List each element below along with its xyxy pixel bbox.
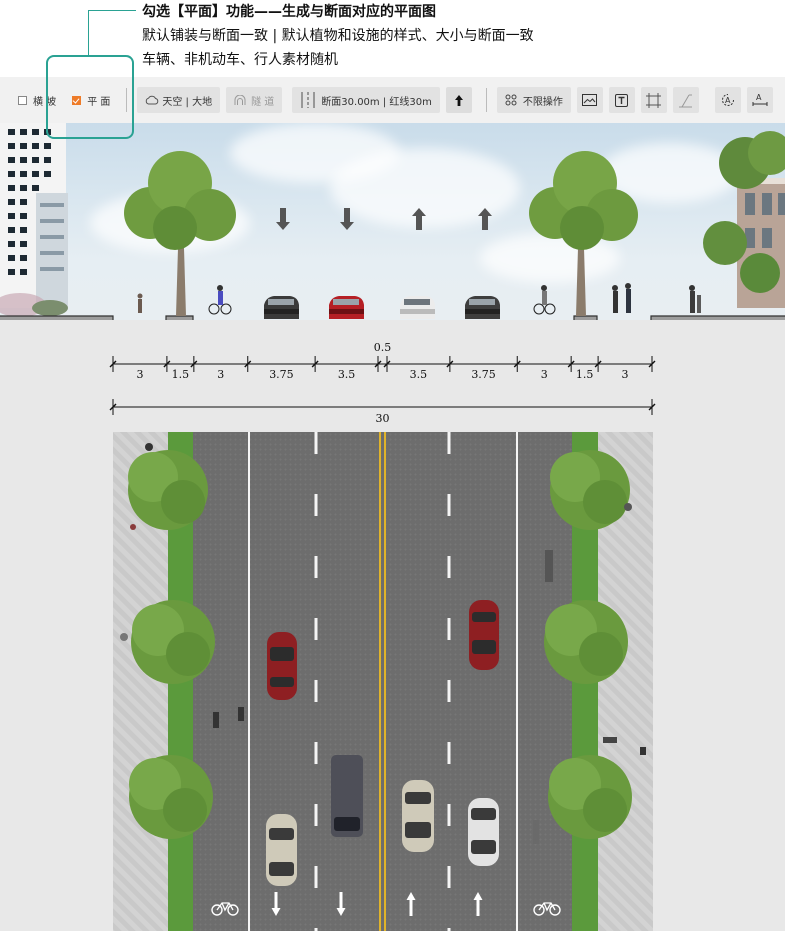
plan-trees-left — [128, 450, 215, 839]
dimension-segment-label: 0.5 — [373, 341, 392, 354]
section-info-label: 断面30.00m | 红线30m — [321, 96, 432, 108]
annotation-title: 勾选【平面】功能——生成与断面对应的平面图 — [142, 4, 436, 20]
section-drawing — [0, 123, 785, 320]
dimension-segment-label: 3 — [621, 368, 629, 381]
lanes-icon — [301, 92, 315, 108]
dimension-segment-label: 3.5 — [409, 368, 428, 381]
unlimited-button[interactable]: 不限操作 — [496, 87, 571, 113]
image-button[interactable] — [576, 87, 603, 113]
dimension-total-label: 30 — [375, 412, 390, 425]
plan-view — [113, 432, 653, 931]
section-info-button[interactable]: 断面30.00m | 红线30m — [292, 87, 440, 113]
plan-checkbox-highlight — [46, 55, 134, 139]
rotate-text-button[interactable]: A — [714, 87, 741, 113]
arrow-down-icon — [336, 892, 346, 920]
checkbox-cross-slope-box[interactable] — [18, 95, 27, 105]
section-direction-arrows — [276, 208, 492, 230]
dimension-segment-label: 3.75 — [471, 368, 496, 381]
tunnel-button[interactable]: 隧 道 — [226, 87, 283, 113]
tunnel-label: 隧 道 — [251, 96, 275, 108]
plan-cars — [266, 600, 499, 886]
dimension-segment-label: 3 — [540, 368, 548, 381]
annotation-line-2: 默认铺装与断面一致 | 默认植物和设施的样式、大小与断面一致 — [142, 28, 534, 44]
section-elevation — [0, 123, 785, 320]
dimension-segment-label: 3.75 — [269, 368, 294, 381]
left-building — [0, 123, 68, 317]
annotation-block: 勾选【平面】功能——生成与断面对应的平面图 默认铺装与断面一致 | 默认植物和设… — [142, 0, 782, 72]
bike-icon — [211, 900, 239, 920]
plan-drawing — [120, 432, 646, 931]
arrow-up-icon — [454, 94, 463, 106]
upward-button[interactable] — [445, 87, 472, 113]
arrow-down-icon — [271, 892, 281, 920]
svg-text:A: A — [756, 93, 762, 102]
grid-icon — [505, 94, 517, 106]
annotation-leader-vertical — [88, 10, 89, 55]
slope-button[interactable] — [672, 87, 699, 113]
sky-ground-button[interactable]: 天空 | 大地 — [137, 87, 221, 113]
annotation-leader-horizontal — [88, 10, 136, 11]
right-building — [703, 131, 785, 308]
arrow-up-icon — [473, 892, 483, 920]
svg-text:A: A — [725, 96, 731, 105]
annotation-line-3: 车辆、非机动车、行人素材随机 — [142, 52, 338, 68]
bike-icon — [533, 900, 561, 920]
image-icon — [582, 94, 598, 106]
dimension-text-button[interactable]: A — [746, 87, 773, 113]
slope-icon — [679, 94, 693, 107]
dimension-segment-label: 3 — [217, 368, 225, 381]
sky-ground-label: 天空 | 大地 — [162, 96, 213, 108]
frame-button[interactable] — [640, 87, 667, 113]
dimension-segment-label: 1.5 — [575, 368, 594, 381]
dimension-segment-label: 1.5 — [171, 368, 190, 381]
unlimited-label: 不限操作 — [522, 96, 563, 108]
dimension-segment-label: 3.5 — [337, 368, 356, 381]
text-icon — [615, 93, 629, 107]
cloud-icon — [146, 95, 159, 105]
dimension-text-icon: A — [752, 93, 768, 106]
frame-icon — [646, 92, 662, 108]
text-button[interactable] — [608, 87, 635, 113]
arrow-up-icon — [406, 892, 416, 920]
toolbar-divider-2 — [485, 88, 487, 112]
rotate-text-icon: A — [721, 94, 734, 106]
dimension-segment-label: 3 — [136, 368, 144, 381]
plan-trees-right — [544, 450, 632, 839]
dimension-lines — [109, 356, 656, 415]
section-cars — [264, 296, 500, 319]
tunnel-icon — [234, 94, 246, 105]
